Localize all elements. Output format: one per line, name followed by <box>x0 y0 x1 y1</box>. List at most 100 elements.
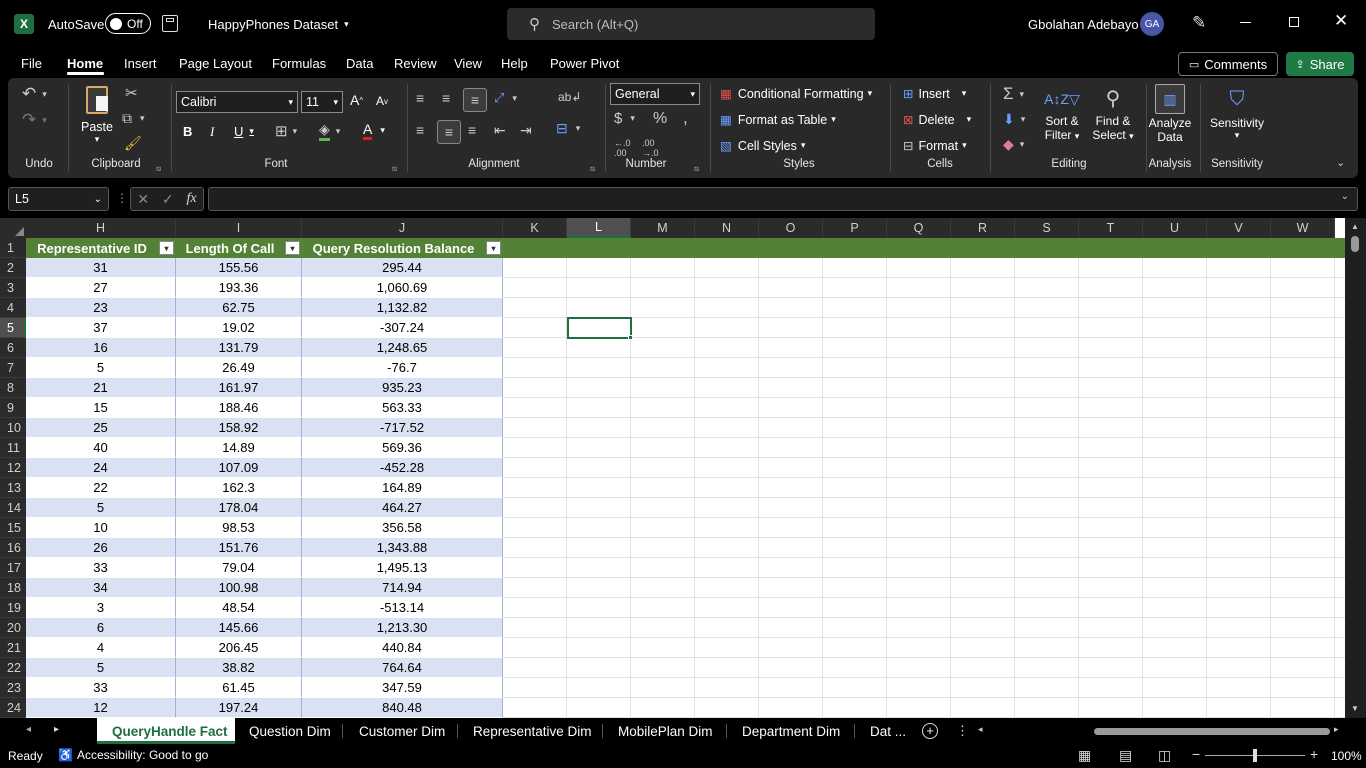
cancel-entry-icon[interactable]: ✕ <box>137 191 149 208</box>
format-cells-button[interactable]: ⊟ Format ▾ <box>903 138 967 154</box>
table-cell[interactable]: 22 <box>26 478 176 498</box>
cut-icon[interactable]: ✂ <box>125 84 138 102</box>
currency-icon[interactable]: $ ▾ <box>614 110 635 127</box>
tab-file[interactable]: File <box>21 48 42 78</box>
column-header-o[interactable]: O <box>759 218 823 238</box>
fill-icon[interactable]: ⬇ ▾ <box>1003 111 1025 128</box>
tab-formulas[interactable]: Formulas <box>272 48 326 78</box>
font-size-select[interactable]: 11 ▾ <box>301 91 343 113</box>
restore-icon[interactable] <box>1289 17 1299 27</box>
table-cell[interactable]: 23 <box>26 298 176 318</box>
clear-icon[interactable]: ◆ ▾ <box>1003 136 1024 153</box>
table-cell[interactable]: 840.48 <box>302 698 503 718</box>
normal-view-icon[interactable]: ▦ <box>1078 747 1091 764</box>
scroll-sheets-left-icon[interactable]: ◂ <box>26 724 31 735</box>
table-cell[interactable]: 440.84 <box>302 638 503 658</box>
row-header-2[interactable]: 2 <box>0 258 26 278</box>
column-header-i[interactable]: I <box>176 218 302 238</box>
column-header-h[interactable]: H <box>26 218 176 238</box>
table-cell[interactable]: 62.75 <box>176 298 302 318</box>
table-cell[interactable]: 6 <box>26 618 176 638</box>
table-cell[interactable]: 1,213.30 <box>302 618 503 638</box>
orientation-icon[interactable]: ⤢ ▾ <box>494 90 517 106</box>
close-icon[interactable]: ✕ <box>1334 11 1348 31</box>
wrap-text-icon[interactable]: ab↲ <box>558 90 581 104</box>
table-cell[interactable]: 100.98 <box>176 578 302 598</box>
table-cell[interactable]: 1,060.69 <box>302 278 503 298</box>
table-cell[interactable]: 155.56 <box>176 258 302 278</box>
column-header-j[interactable]: J <box>302 218 503 238</box>
row-header-7[interactable]: 7 <box>0 358 26 378</box>
table-cell[interactable]: 10 <box>26 518 176 538</box>
table-cell[interactable]: 12 <box>26 698 176 718</box>
table-cell[interactable]: 5 <box>26 498 176 518</box>
tab-data[interactable]: Data <box>346 48 373 78</box>
table-cell[interactable]: 295.44 <box>302 258 503 278</box>
table-cell[interactable]: 1,495.13 <box>302 558 503 578</box>
row-header-5[interactable]: 5 <box>0 318 26 338</box>
accessibility-status[interactable]: ♿ Accessibility: Good to go <box>58 748 208 762</box>
table-cell[interactable]: 764.64 <box>302 658 503 678</box>
column-header-t[interactable]: T <box>1079 218 1143 238</box>
table-cell[interactable]: 25 <box>26 418 176 438</box>
table-cell[interactable]: 714.94 <box>302 578 503 598</box>
column-header-n[interactable]: N <box>695 218 759 238</box>
table-cell[interactable]: 26.49 <box>176 358 302 378</box>
align-right-icon[interactable]: ≡ <box>468 122 476 138</box>
table-cell[interactable]: 3 <box>26 598 176 618</box>
sheet-options-icon[interactable]: ⋮ <box>956 723 969 739</box>
table-cell[interactable]: 34 <box>26 578 176 598</box>
table-cell[interactable]: -513.14 <box>302 598 503 618</box>
table-cell[interactable]: 21 <box>26 378 176 398</box>
table-cell[interactable]: 206.45 <box>176 638 302 658</box>
tab-help[interactable]: Help <box>501 48 528 78</box>
sheet-tab-question-dim[interactable]: Question Dim <box>249 718 331 744</box>
table-cell[interactable]: 27 <box>26 278 176 298</box>
table-cell[interactable]: 1,132.82 <box>302 298 503 318</box>
table-cell[interactable]: 19.02 <box>176 318 302 338</box>
table-cell[interactable]: 79.04 <box>176 558 302 578</box>
table-header-2[interactable]: Length Of Call ▾ <box>176 238 302 258</box>
column-header-r[interactable]: R <box>951 218 1015 238</box>
table-cell[interactable]: 98.53 <box>176 518 302 538</box>
row-header-10[interactable]: 10 <box>0 418 26 438</box>
align-left-icon[interactable]: ≡ <box>416 122 424 138</box>
zoom-in-icon[interactable]: + <box>1310 746 1318 762</box>
table-cell[interactable]: 48.54 <box>176 598 302 618</box>
table-cell[interactable]: 5 <box>26 358 176 378</box>
sort-filter-button[interactable]: A↕Z▽ Sort & Filter ▾ <box>1040 84 1084 142</box>
row-header-9[interactable]: 9 <box>0 398 26 418</box>
number-format-select[interactable]: General ▾ <box>610 83 700 105</box>
zoom-slider-thumb[interactable] <box>1253 749 1257 762</box>
column-header-p[interactable]: P <box>823 218 887 238</box>
row-header-21[interactable]: 21 <box>0 638 26 658</box>
table-cell[interactable]: 563.33 <box>302 398 503 418</box>
cell-styles-button[interactable]: ▧ Cell Styles ▾ <box>720 138 805 154</box>
table-cell[interactable]: 164.89 <box>302 478 503 498</box>
sheet-tab-department-dim[interactable]: Department Dim <box>742 718 840 744</box>
align-top-icon[interactable]: ≡ <box>416 90 424 106</box>
row-header-16[interactable]: 16 <box>0 538 26 558</box>
delete-cells-button[interactable]: ⊠ Delete ▾ <box>903 112 971 128</box>
share-button[interactable]: ⇪ Share <box>1286 52 1354 76</box>
align-bottom-icon[interactable]: ≡ <box>463 88 487 112</box>
sensitivity-button[interactable]: ⛉ Sensitivity ▾ <box>1206 84 1268 141</box>
table-cell[interactable]: 5 <box>26 658 176 678</box>
horizontal-scrollbar[interactable]: ◂ ▸ <box>976 723 1344 739</box>
fill-handle[interactable] <box>628 335 633 340</box>
table-cell[interactable]: 14.89 <box>176 438 302 458</box>
table-cell[interactable]: 16 <box>26 338 176 358</box>
row-header-6[interactable]: 6 <box>0 338 26 358</box>
autosave-toggle[interactable]: Off <box>105 13 151 34</box>
table-cell[interactable]: 151.76 <box>176 538 302 558</box>
comma-style-icon[interactable]: , <box>683 108 688 128</box>
table-cell[interactable]: 38.82 <box>176 658 302 678</box>
fill-color-icon[interactable]: ◈ ▾ <box>319 121 340 141</box>
table-cell[interactable]: 188.46 <box>176 398 302 418</box>
table-cell[interactable]: 26 <box>26 538 176 558</box>
table-cell[interactable]: 33 <box>26 678 176 698</box>
row-header-19[interactable]: 19 <box>0 598 26 618</box>
row-header-8[interactable]: 8 <box>0 378 26 398</box>
percent-icon[interactable]: % <box>653 110 667 128</box>
worksheet-grid[interactable]: HIJKLMNOPQRSTUVW 1 2 3 4 5 6 7 8 9 10 11 12 13 14 15 16… <box>0 218 1366 718</box>
